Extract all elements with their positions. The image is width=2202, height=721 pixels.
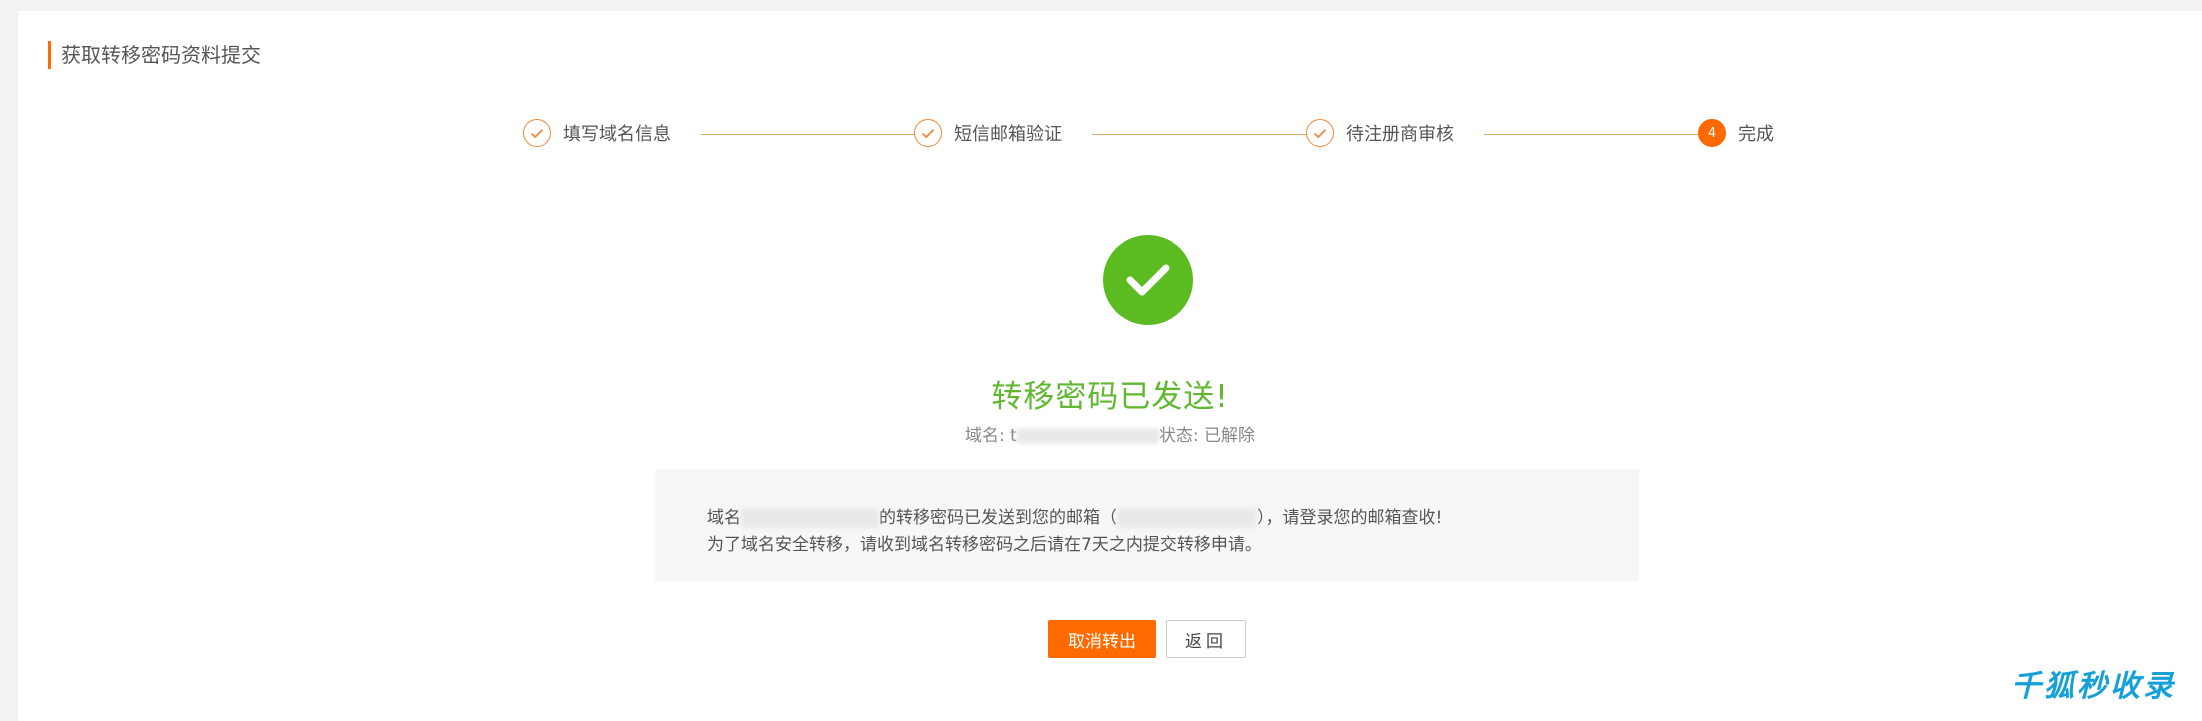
info-box: 域名 的转移密码已发送到您的邮箱（ ），请登录您的邮箱查收! 为了域名安全转移，请收… bbox=[655, 469, 1639, 581]
step-connector bbox=[1092, 134, 1308, 135]
transfer-status: 状态: 已解除 bbox=[1158, 426, 1255, 446]
info-check-text: ），请登录您的邮箱查收! bbox=[1257, 508, 1443, 528]
redacted-email bbox=[1117, 508, 1257, 528]
progress-steps: 填写域名信息 短信邮箱验证 待注册商审核 4 完成 bbox=[18, 107, 2202, 163]
page-title: 获取转移密码资料提交 bbox=[48, 41, 261, 69]
step-sms-email-verify: 短信邮箱验证 bbox=[914, 119, 1062, 147]
watermark-logo: 千狐秒收录 bbox=[2011, 669, 2176, 704]
step-label: 待注册商审核 bbox=[1346, 124, 1454, 145]
back-button[interactable]: 返回 bbox=[1166, 620, 1246, 658]
domain-status-line: 域名: t 状态: 已解除 bbox=[18, 421, 2202, 446]
step-complete: 4 完成 bbox=[1698, 119, 1774, 147]
info-line-2: 为了域名安全转移，请收到域名转移密码之后请在7天之内提交转移申请。 bbox=[707, 535, 1262, 555]
step-registrar-review: 待注册商审核 bbox=[1306, 119, 1454, 147]
info-domain-prefix: 域名 bbox=[707, 508, 741, 528]
step-label: 填写域名信息 bbox=[563, 124, 671, 145]
step-connector bbox=[701, 134, 917, 135]
main-card: 获取转移密码资料提交 填写域名信息 短信邮箱验证 待注册商审核 4 完成 转移密… bbox=[18, 11, 2202, 721]
step-number-badge: 4 bbox=[1698, 119, 1726, 147]
success-title: 转移密码已发送! bbox=[991, 379, 1229, 415]
step-connector bbox=[1484, 134, 1700, 135]
check-icon bbox=[1306, 119, 1334, 147]
check-icon bbox=[523, 119, 551, 147]
domain-label: 域名: t bbox=[965, 426, 1017, 446]
cancel-transfer-button[interactable]: 取消转出 bbox=[1048, 620, 1156, 658]
redacted-domain bbox=[741, 508, 879, 528]
step-fill-domain-info: 填写域名信息 bbox=[523, 119, 671, 147]
check-icon bbox=[914, 119, 942, 147]
info-sent-text: 的转移密码已发送到您的邮箱（ bbox=[879, 508, 1117, 528]
success-check-icon bbox=[1103, 235, 1193, 325]
step-label: 短信邮箱验证 bbox=[954, 124, 1062, 145]
step-label: 完成 bbox=[1738, 124, 1774, 145]
info-line-1: 域名 的转移密码已发送到您的邮箱（ ），请登录您的邮箱查收! bbox=[707, 505, 1639, 532]
redacted-domain bbox=[1016, 428, 1159, 444]
